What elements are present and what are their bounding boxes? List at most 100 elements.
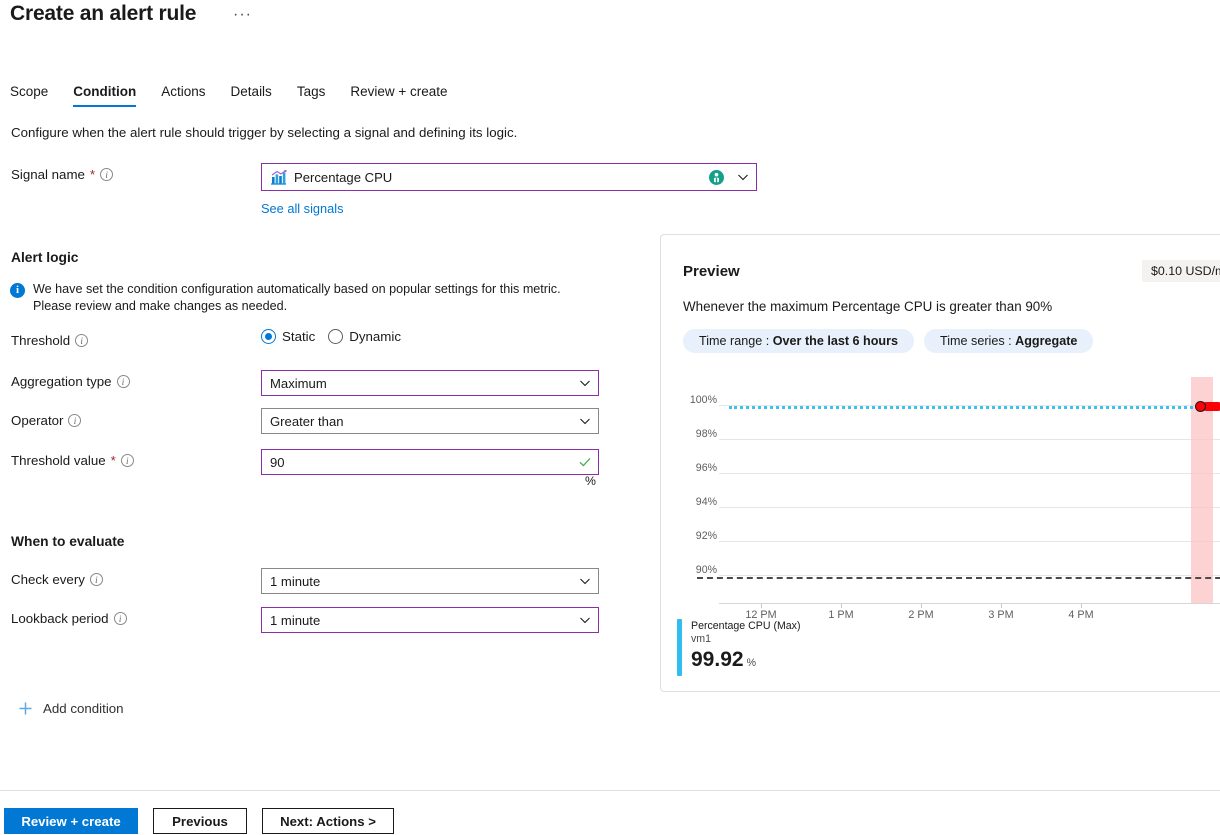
time-range-chip-value: Over the last 6 hours	[772, 334, 899, 348]
threshold-type-radio-group: Static Dynamic	[261, 329, 401, 344]
check-every-label-text: Check every	[11, 572, 85, 587]
threshold-line	[697, 577, 1220, 579]
radio-dynamic-label: Dynamic	[349, 329, 401, 344]
legend-value: 99.92%	[691, 647, 801, 676]
x-axis-tick-label: 4 PM	[1068, 609, 1094, 621]
operator-select[interactable]: Greater than	[261, 408, 599, 434]
gridline	[719, 507, 1220, 508]
threshold-value-label: Threshold value * i	[11, 453, 134, 468]
signal-name-label-text: Signal name	[11, 167, 85, 182]
previous-button[interactable]: Previous	[153, 808, 247, 834]
gridline	[719, 473, 1220, 474]
info-icon[interactable]: i	[116, 375, 130, 388]
legend-value-number: 99.92	[691, 648, 744, 671]
radio-static[interactable]: Static	[261, 329, 315, 344]
x-axis-tick	[1001, 604, 1002, 608]
next-actions-button[interactable]: Next: Actions >	[262, 808, 394, 834]
operator-label-text: Operator	[11, 413, 64, 428]
tab-condition[interactable]: Condition	[73, 84, 136, 107]
threshold-label-text: Threshold	[11, 333, 71, 348]
review-create-button[interactable]: Review + create	[4, 808, 138, 834]
legend-metric-name: Percentage CPU (Max)	[691, 620, 801, 632]
check-every-label: Check every i	[11, 572, 103, 587]
time-series-chip-prefix: Time series :	[940, 334, 1016, 348]
preview-chips: Time range : Over the last 6 hours Time …	[683, 329, 1094, 353]
radio-static-dot	[261, 329, 276, 344]
tab-actions[interactable]: Actions	[161, 84, 205, 107]
plus-icon	[18, 701, 33, 716]
tab-tags[interactable]: Tags	[297, 84, 326, 107]
aggregation-type-label: Aggregation type i	[11, 374, 130, 389]
preview-description: Whenever the maximum Percentage CPU is g…	[683, 299, 1053, 314]
threshold-value-label-text: Threshold value	[11, 453, 106, 468]
aggregation-type-select[interactable]: Maximum	[261, 370, 599, 396]
info-icon[interactable]: i	[120, 454, 134, 467]
required-asterisk: *	[110, 453, 116, 468]
wizard-tabs: Scope Condition Actions Details Tags Rev…	[10, 84, 473, 107]
more-options-button[interactable]: ···	[233, 7, 252, 23]
x-axis-tick-label: 1 PM	[828, 609, 854, 621]
series-line	[729, 406, 1199, 409]
azure-monitor-badge-icon	[709, 169, 724, 185]
check-every-select[interactable]: 1 minute	[261, 568, 599, 594]
x-axis-tick	[841, 604, 842, 608]
info-icon[interactable]: i	[89, 573, 103, 586]
auto-config-info-text: We have set the condition configuration …	[33, 282, 561, 313]
tab-details[interactable]: Details	[231, 84, 272, 107]
time-range-chip[interactable]: Time range : Over the last 6 hours	[683, 329, 915, 353]
y-axis-tick-label: 98%	[695, 428, 717, 440]
lookback-period-value: 1 minute	[270, 612, 321, 628]
metric-chart-icon	[270, 169, 287, 185]
estimated-cost-badge: $0.10 USD/mo	[1142, 260, 1220, 282]
aggregation-type-value: Maximum	[270, 375, 327, 391]
tab-scope[interactable]: Scope	[10, 84, 48, 107]
info-icon[interactable]: i	[113, 612, 127, 625]
chevron-down-icon	[578, 376, 592, 390]
checkmark-icon	[578, 455, 592, 469]
y-axis-tick-label: 92%	[695, 530, 717, 542]
time-range-chip-prefix: Time range :	[699, 334, 773, 348]
aggregation-type-label-text: Aggregation type	[11, 374, 112, 389]
check-every-value: 1 minute	[270, 573, 321, 589]
tab-review-create[interactable]: Review + create	[350, 84, 447, 107]
page-title: Create an alert rule	[10, 2, 197, 25]
add-condition-button[interactable]: Add condition	[18, 701, 124, 716]
signal-name-value: Percentage CPU	[294, 169, 393, 185]
lookback-period-select[interactable]: 1 minute	[261, 607, 599, 633]
gridline	[719, 575, 1220, 576]
threshold-value-input[interactable]: 90	[261, 449, 599, 475]
when-to-evaluate-heading: When to evaluate	[11, 534, 125, 549]
signal-name-select[interactable]: Percentage CPU	[261, 163, 757, 191]
operator-value: Greater than	[270, 413, 344, 429]
x-axis-tick	[921, 604, 922, 608]
y-axis-tick-label: 94%	[695, 496, 717, 508]
info-icon[interactable]: i	[75, 334, 89, 347]
add-condition-label: Add condition	[43, 701, 124, 716]
info-filled-icon	[10, 283, 25, 298]
legend-content: Percentage CPU (Max) vm1 99.92%	[691, 619, 801, 676]
gridline	[719, 541, 1220, 542]
x-axis-tick-label: 2 PM	[908, 609, 934, 621]
time-series-chip[interactable]: Time series : Aggregate	[924, 329, 1094, 353]
info-icon[interactable]: i	[100, 168, 114, 181]
threshold-unit-label: %	[585, 474, 596, 488]
radio-dynamic-dot	[328, 329, 344, 344]
y-axis-tick-label: 90%	[695, 564, 717, 576]
x-axis-tick-label: 3 PM	[988, 609, 1014, 621]
gridline	[719, 439, 1220, 440]
y-axis-tick-label: 96%	[695, 462, 717, 474]
x-axis-tick	[761, 604, 762, 608]
footer-divider	[0, 790, 1220, 791]
create-alert-rule-page: Create an alert rule ··· Scope Condition…	[0, 0, 1220, 835]
legend-color-swatch	[677, 619, 682, 676]
radio-dynamic[interactable]: Dynamic	[328, 329, 401, 344]
x-axis	[719, 603, 1220, 604]
alert-logic-heading: Alert logic	[11, 250, 79, 265]
info-icon[interactable]: i	[68, 414, 82, 427]
x-axis-tick	[1081, 604, 1082, 608]
lookback-period-label-text: Lookback period	[11, 611, 109, 626]
chevron-down-icon	[578, 414, 592, 428]
page-subtitle: Configure when the alert rule should tri…	[11, 125, 518, 140]
auto-config-info-banner: We have set the condition configuration …	[10, 281, 590, 315]
see-all-signals-link[interactable]: See all signals	[261, 201, 344, 216]
